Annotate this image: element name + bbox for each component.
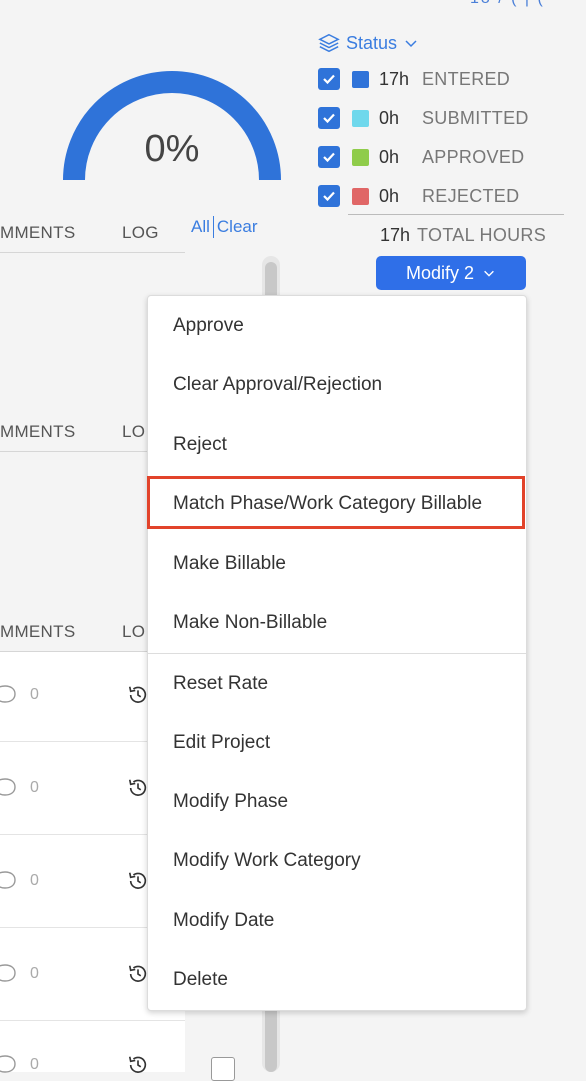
menu-item-delete[interactable]: Delete — [173, 969, 228, 991]
comment-count[interactable]: 0 — [0, 870, 39, 892]
comment-count[interactable]: 0 — [0, 1054, 39, 1076]
highlight-annotation-box — [147, 476, 525, 529]
status-row-submitted: 0h SUBMITTED — [318, 103, 529, 133]
comment-icon — [0, 778, 16, 796]
color-swatch — [352, 148, 369, 166]
history-icon[interactable] — [127, 777, 149, 799]
checkbox-checked[interactable] — [318, 146, 340, 168]
select-all-link[interactable]: All — [191, 217, 210, 237]
comment-count[interactable]: 0 — [0, 963, 39, 985]
status-title: Status — [346, 32, 398, 53]
history-icon[interactable] — [127, 684, 149, 706]
row-select-checkbox[interactable] — [211, 1057, 235, 1081]
status-hours: 0h — [379, 185, 400, 206]
status-divider — [348, 214, 564, 215]
menu-item-clear-approval[interactable]: Clear Approval/Rejection — [173, 374, 382, 396]
modify-button-label: Modify 2 — [405, 262, 475, 283]
menu-item-edit-project[interactable]: Edit Project — [173, 732, 270, 754]
modify-dropdown-menu: Approve Clear Approval/Rejection Reject … — [147, 295, 527, 1011]
table-row: 0 — [0, 1054, 39, 1076]
comment-icon — [0, 964, 16, 982]
status-label: SUBMITTED — [422, 107, 529, 128]
history-icon[interactable] — [127, 963, 149, 985]
menu-item-make-billable[interactable]: Make Billable — [173, 553, 286, 575]
modify-button[interactable]: Modify 2 — [376, 256, 526, 290]
row-divider — [0, 1020, 185, 1021]
chevron-down-icon — [405, 40, 417, 48]
column-header-comments[interactable]: MMENTS — [0, 422, 75, 442]
menu-item-modify-phase[interactable]: Modify Phase — [173, 791, 288, 813]
comment-count[interactable]: 0 — [0, 684, 39, 706]
total-hours-label: TOTAL HOURS — [417, 225, 547, 245]
column-header-log[interactable]: LO — [122, 622, 145, 642]
menu-item-modify-work-category[interactable]: Modify Work Category — [173, 850, 361, 872]
menu-divider — [148, 653, 526, 654]
status-row-entered: 17h ENTERED — [318, 64, 510, 94]
status-hours: 0h — [379, 107, 400, 128]
layers-icon — [318, 33, 340, 53]
history-icon[interactable] — [127, 870, 149, 892]
status-hours: 0h — [379, 146, 400, 167]
checkbox-checked[interactable] — [318, 107, 340, 129]
total-hours: 17h TOTAL HOURS — [380, 225, 546, 246]
top-pagination-fragment: 18 / ( | ( — [470, 0, 545, 8]
gauge-percent-label: 0% — [144, 128, 200, 170]
select-all-clear: All Clear — [191, 216, 258, 238]
chevron-down-icon — [484, 270, 494, 277]
status-row-approved: 0h APPROVED — [318, 142, 524, 172]
table-row: 0 — [0, 684, 39, 706]
color-swatch — [352, 109, 369, 127]
menu-item-approve[interactable]: Approve — [173, 315, 244, 337]
comment-icon — [0, 1055, 16, 1073]
color-swatch — [352, 70, 369, 88]
checkbox-checked[interactable] — [318, 185, 340, 207]
menu-item-reset-rate[interactable]: Reset Rate — [173, 673, 268, 695]
menu-item-make-non-billable[interactable]: Make Non-Billable — [173, 612, 327, 634]
menu-item-modify-date[interactable]: Modify Date — [173, 910, 274, 932]
header-divider — [0, 252, 185, 253]
comment-count[interactable]: 0 — [0, 777, 39, 799]
color-swatch — [352, 187, 369, 205]
comment-icon — [0, 685, 16, 703]
status-row-rejected: 0h REJECTED — [318, 181, 519, 211]
status-label: APPROVED — [422, 146, 525, 167]
status-label: ENTERED — [422, 68, 511, 89]
status-filter-toggle[interactable]: Status — [318, 32, 419, 54]
menu-item-reject[interactable]: Reject — [173, 434, 227, 456]
clear-selection-link[interactable]: Clear — [217, 217, 258, 237]
checkbox-checked[interactable] — [318, 68, 340, 90]
divider — [212, 216, 214, 238]
table-row: 0 — [0, 963, 39, 985]
table-row: 0 — [0, 777, 39, 799]
total-hours-value: 17h — [380, 225, 411, 245]
column-header-log[interactable]: LOG — [122, 223, 159, 243]
comment-icon — [0, 871, 16, 889]
column-header-log[interactable]: LO — [122, 422, 145, 442]
table-row: 0 — [0, 870, 39, 892]
history-icon[interactable] — [127, 1054, 149, 1076]
status-hours: 17h — [379, 68, 410, 89]
column-header-comments[interactable]: MMENTS — [0, 622, 75, 642]
column-header-comments[interactable]: MMENTS — [0, 223, 75, 243]
status-label: REJECTED — [422, 185, 520, 206]
